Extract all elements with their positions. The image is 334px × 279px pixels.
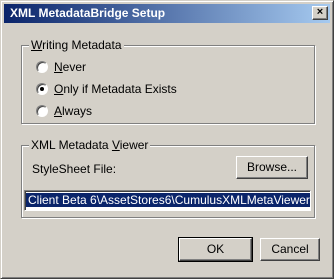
close-button[interactable]: × xyxy=(312,6,328,20)
radio-never-label: Never xyxy=(54,60,87,74)
radio-always[interactable]: Always xyxy=(36,103,92,119)
radio-only-if-exists-button[interactable] xyxy=(36,83,48,95)
stylesheet-file-field[interactable]: Client Beta 6\AssetStores6\CumulusXMLMet… xyxy=(24,190,311,211)
radio-only-if-exists[interactable]: Only if Metadata Exists xyxy=(36,81,177,97)
stylesheet-file-value: Client Beta 6\AssetStores6\CumulusXMLMet… xyxy=(26,193,310,207)
radio-always-button[interactable] xyxy=(36,105,48,117)
radio-only-if-exists-label: Only if Metadata Exists xyxy=(54,82,177,96)
writing-metadata-group: Writing Metadata Never Only if Metadata … xyxy=(21,38,315,124)
radio-never-button[interactable] xyxy=(36,61,48,73)
setup-dialog: XML MetadataBridge Setup × Writing Metad… xyxy=(0,0,334,279)
cancel-button[interactable]: Cancel xyxy=(260,238,320,261)
radio-never[interactable]: Never xyxy=(36,59,86,75)
browse-button-label: Browse... xyxy=(246,160,297,174)
stylesheet-file-label: StyleSheet File: xyxy=(32,162,117,176)
close-icon: × xyxy=(316,6,324,18)
browse-button[interactable]: Browse... xyxy=(236,156,308,179)
title-bar[interactable]: XML MetadataBridge Setup × xyxy=(4,4,330,23)
cancel-button-label: Cancel xyxy=(271,242,309,256)
xml-metadata-viewer-group: XML Metadata Viewer StyleSheet File: Bro… xyxy=(21,138,315,218)
xml-metadata-viewer-label: XML Metadata Viewer xyxy=(29,138,151,152)
dialog-title: XML MetadataBridge Setup xyxy=(10,6,166,20)
ok-button[interactable]: OK xyxy=(178,237,253,262)
radio-always-label: Always xyxy=(54,104,93,118)
writing-metadata-label: Writing Metadata xyxy=(29,38,124,52)
ok-button-label: OK xyxy=(206,242,225,256)
